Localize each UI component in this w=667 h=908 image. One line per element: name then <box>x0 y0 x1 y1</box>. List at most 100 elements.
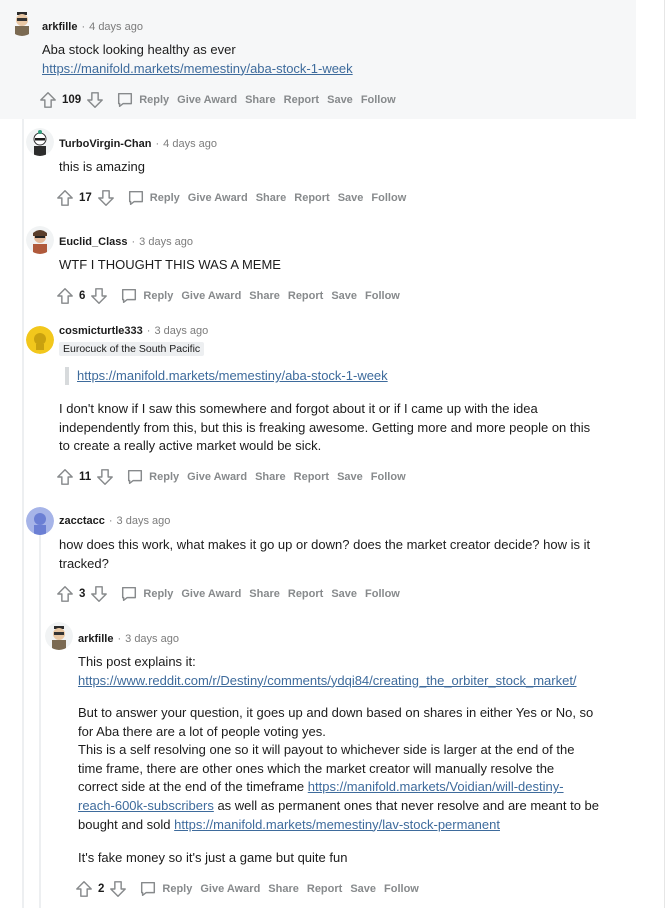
save-button[interactable]: Save <box>331 588 357 600</box>
give-award-button[interactable]: Give Award <box>188 192 248 204</box>
avatar[interactable] <box>26 326 54 354</box>
upvote-icon[interactable] <box>38 90 58 110</box>
comment-meta: TurboVirgin-Chan · 4 days ago <box>59 137 217 151</box>
comment-bubble-icon <box>125 467 145 487</box>
save-button[interactable]: Save <box>337 471 363 483</box>
comment-link[interactable]: reach-600k-subscribers <box>78 798 214 813</box>
upvote-icon[interactable] <box>55 467 75 487</box>
save-button[interactable]: Save <box>338 192 364 204</box>
upvote-icon[interactable] <box>55 584 75 604</box>
author-name[interactable]: Euclid_Class <box>59 236 127 248</box>
comment-link[interactable]: https://manifold.markets/memestiny/aba-s… <box>42 61 353 76</box>
comment-text: Aba stock looking healthy as ever <box>42 42 236 57</box>
follow-button[interactable]: Follow <box>384 883 419 895</box>
give-award-button[interactable]: Give Award <box>181 588 241 600</box>
share-button[interactable]: Share <box>249 588 280 600</box>
give-award-button[interactable]: Give Award <box>187 471 247 483</box>
comment-actions: 2 Reply Give Award Share Report Save Fol… <box>74 879 419 899</box>
comment-bubble-icon <box>115 90 135 110</box>
timestamp[interactable]: 3 days ago <box>117 515 171 527</box>
upvote-icon[interactable] <box>55 286 75 306</box>
downvote-icon[interactable] <box>96 188 116 208</box>
author-name[interactable]: arkfille <box>42 21 77 33</box>
reply-button[interactable]: Reply <box>138 879 192 899</box>
avatar[interactable] <box>26 507 54 535</box>
thread-rail[interactable] <box>22 40 24 908</box>
comment-text: for Aba there are a lot of people voting… <box>78 723 326 739</box>
comment-link[interactable]: https://www.reddit.com/r/Destiny/comment… <box>78 673 577 688</box>
follow-button[interactable]: Follow <box>365 290 400 302</box>
avatar[interactable] <box>8 8 36 36</box>
timestamp[interactable]: 3 days ago <box>154 325 208 337</box>
upvote-icon[interactable] <box>74 879 94 899</box>
comment-text: as well as permanent ones that never res… <box>213 797 600 813</box>
timestamp[interactable]: 3 days ago <box>139 236 193 248</box>
share-button[interactable]: Share <box>255 471 286 483</box>
author-name[interactable]: TurboVirgin-Chan <box>59 138 151 150</box>
downvote-icon[interactable] <box>85 90 105 110</box>
comment-text: But to answer your question, it goes up … <box>78 705 594 720</box>
reply-label: Reply <box>139 94 170 106</box>
author-name[interactable]: cosmicturtle333 <box>59 325 143 337</box>
share-button[interactable]: Share <box>256 192 287 204</box>
follow-button[interactable]: Follow <box>371 192 406 204</box>
save-button[interactable]: Save <box>327 94 353 106</box>
timestamp[interactable]: 4 days ago <box>163 138 217 150</box>
reply-button[interactable]: Reply <box>126 188 180 208</box>
reply-label: Reply <box>162 883 193 895</box>
user-flair: Eurocuck of the South Pacific <box>59 342 205 356</box>
report-button[interactable]: Report <box>288 588 323 600</box>
comment-body: This post explains it: https://www.reddi… <box>78 653 577 690</box>
avatar[interactable] <box>26 128 54 156</box>
downvote-icon[interactable] <box>108 879 128 899</box>
reply-button[interactable]: Reply <box>119 584 173 604</box>
give-award-button[interactable]: Give Award <box>181 290 241 302</box>
comment-link[interactable]: https://manifold.markets/Voidian/will-de… <box>308 779 564 794</box>
comment-meta: zacctacc · 3 days ago <box>59 514 170 528</box>
comment-text: tracked? <box>59 555 109 571</box>
give-award-button[interactable]: Give Award <box>200 883 260 895</box>
meta-separator: · <box>131 236 136 248</box>
save-button[interactable]: Save <box>331 290 357 302</box>
timestamp[interactable]: 3 days ago <box>125 633 179 645</box>
scrollbar-track[interactable] <box>664 0 665 908</box>
timestamp[interactable]: 4 days ago <box>89 21 143 33</box>
author-name[interactable]: zacctacc <box>59 515 105 527</box>
reply-label: Reply <box>143 290 174 302</box>
thread-rail[interactable] <box>39 522 41 908</box>
comment-text: WTF I THOUGHT THIS WAS A MEME <box>59 257 281 272</box>
meta-separator: · <box>155 138 160 150</box>
downvote-icon[interactable] <box>95 467 115 487</box>
follow-button[interactable]: Follow <box>365 588 400 600</box>
report-button[interactable]: Report <box>288 290 323 302</box>
comment-meta: arkfille · 4 days ago <box>42 20 143 34</box>
avatar[interactable] <box>45 622 73 650</box>
report-button[interactable]: Report <box>294 471 329 483</box>
report-button[interactable]: Report <box>294 192 329 204</box>
reply-button[interactable]: Reply <box>119 286 173 306</box>
vote-score: 11 <box>79 471 92 483</box>
follow-button[interactable]: Follow <box>371 471 406 483</box>
give-award-button[interactable]: Give Award <box>177 94 237 106</box>
upvote-icon[interactable] <box>55 188 75 208</box>
follow-button[interactable]: Follow <box>361 94 396 106</box>
report-button[interactable]: Report <box>284 94 319 106</box>
quote-link[interactable]: https://manifold.markets/memestiny/aba-s… <box>77 368 388 383</box>
report-button[interactable]: Report <box>307 883 342 895</box>
share-button[interactable]: Share <box>268 883 299 895</box>
avatar[interactable] <box>26 226 54 254</box>
comment-body: WTF I THOUGHT THIS WAS A MEME <box>59 256 281 275</box>
comment-link[interactable]: https://manifold.markets/memestiny/lav-s… <box>174 817 500 832</box>
downvote-icon[interactable] <box>89 286 109 306</box>
reply-button[interactable]: Reply <box>125 467 179 487</box>
share-button[interactable]: Share <box>249 290 280 302</box>
share-button[interactable]: Share <box>245 94 276 106</box>
comment-actions: 6 Reply Give Award Share Report Save Fol… <box>55 286 400 306</box>
save-button[interactable]: Save <box>350 883 376 895</box>
comment-body: how does this work, what makes it go up … <box>59 536 590 573</box>
reply-button[interactable]: Reply <box>115 90 169 110</box>
comment-actions: 3 Reply Give Award Share Report Save Fol… <box>55 584 400 604</box>
author-name[interactable]: arkfille <box>78 633 113 645</box>
comment-text: correct side at the end of the timeframe <box>78 779 308 795</box>
downvote-icon[interactable] <box>89 584 109 604</box>
